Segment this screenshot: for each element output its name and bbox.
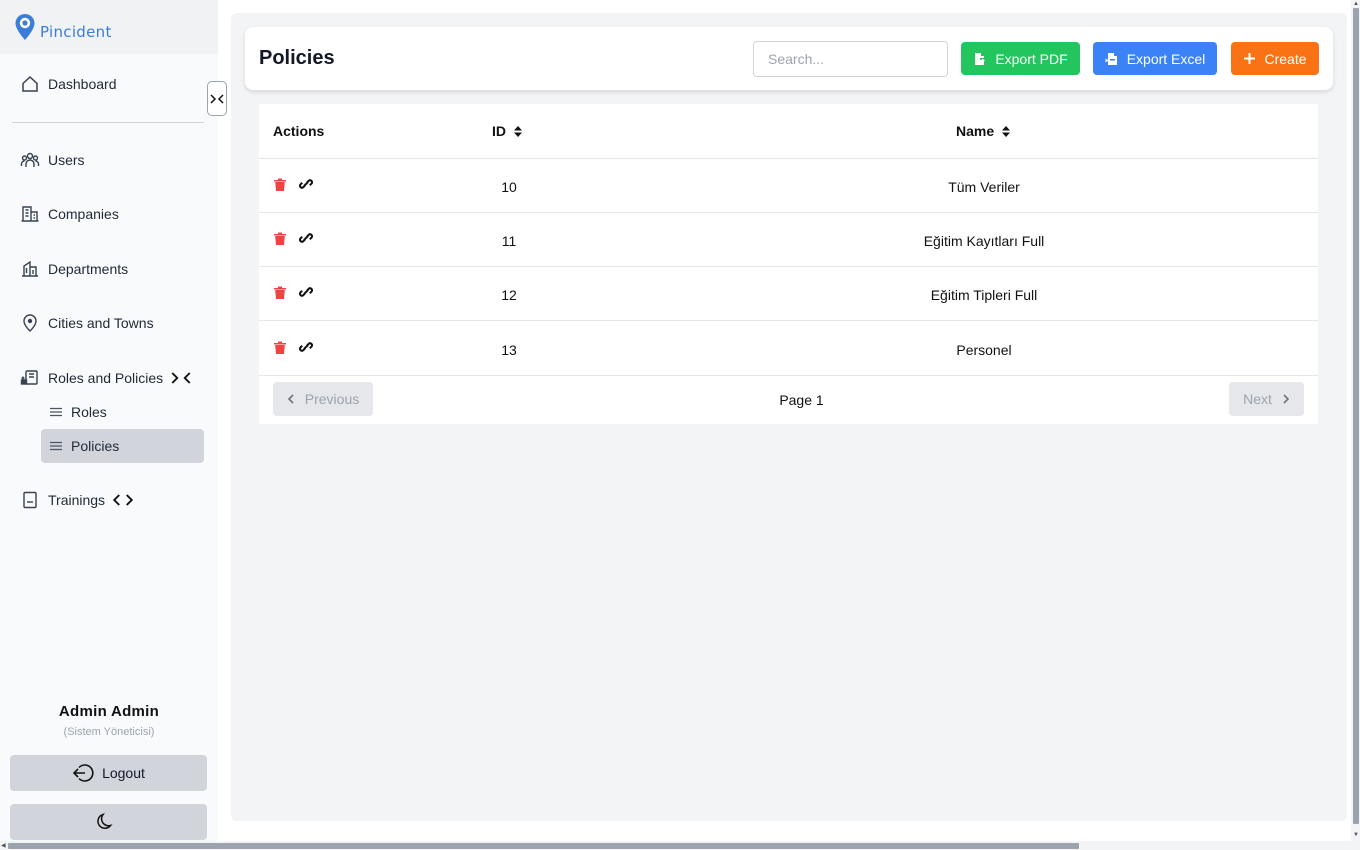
location-pin-icon [23, 314, 37, 332]
create-label: Create [1264, 50, 1307, 67]
collapse-chevron-icon[interactable] [171, 368, 199, 388]
user-name: Admin Admin [58, 703, 160, 720]
cell-name: Eğitim Kayıtları Full [923, 233, 1045, 249]
cell-id: 12 [501, 287, 517, 303]
sort-icon [514, 125, 522, 137]
scroll-left-arrow-icon[interactable]: ◀ [1, 843, 6, 849]
column-header-name[interactable]: Name [956, 123, 1011, 139]
sidebar-divider [12, 122, 204, 123]
link-icon[interactable] [299, 340, 313, 354]
delete-icon[interactable] [273, 177, 287, 191]
link-icon[interactable] [299, 177, 313, 191]
cell-name: Personel [956, 342, 1012, 358]
sidebar-item-users[interactable]: Users [20, 150, 85, 170]
search-input[interactable] [753, 41, 948, 77]
sidebar-subitem-label: Roles [71, 404, 107, 420]
sidebar-item-label: Departments [48, 261, 129, 277]
page-title: Policies [259, 47, 335, 69]
policies-table: Actions ID Name 10 Tüm Veriler 11 Eğitim… [259, 104, 1318, 424]
sidebar-item-roles-and-policies[interactable]: Roles and Policies [20, 368, 199, 388]
roles-icon [20, 370, 38, 385]
chevron-left-icon [287, 394, 294, 404]
page-indicator: Page 1 [779, 392, 824, 408]
home-icon [22, 75, 38, 92]
sidebar-toggle-button[interactable] [207, 81, 227, 116]
sidebar-item-label: Roles and Policies [48, 370, 164, 386]
link-icon[interactable] [299, 285, 313, 299]
location-pin-logo-icon [15, 14, 35, 40]
sidebar-item-companies[interactable]: Companies [20, 204, 119, 224]
sidebar-item-departments[interactable]: Departments [20, 259, 128, 279]
table-row: 10 Tüm Veriler [259, 159, 1318, 213]
create-button[interactable]: Create [1231, 42, 1319, 75]
users-icon [20, 152, 40, 167]
page-header: Policies Export PDF Export Excel Create [245, 27, 1333, 90]
horizontal-scroll-thumb[interactable] [8, 843, 1079, 849]
sidebar-item-dashboard[interactable]: Dashboard [20, 74, 117, 94]
sidebar-subitem-roles[interactable]: Roles [41, 395, 204, 429]
logout-button[interactable]: Logout [10, 755, 207, 791]
delete-icon[interactable] [273, 340, 287, 354]
logout-icon [72, 764, 94, 782]
cell-id: 13 [501, 342, 517, 358]
sort-icon [1002, 125, 1011, 137]
sidebar-item-label: Users [48, 152, 85, 168]
previous-page-button[interactable]: Previous [273, 382, 373, 416]
book-icon [23, 491, 37, 509]
menu-lines-icon [50, 441, 62, 451]
table-header: Actions ID Name [259, 104, 1318, 159]
brand-name: Pincident [40, 23, 112, 41]
sidebar-item-trainings[interactable]: Trainings [20, 490, 141, 510]
delete-icon[interactable] [273, 285, 287, 299]
vertical-scrollbar[interactable]: ▲ ▼ [1351, 0, 1360, 841]
plus-icon [1244, 53, 1256, 64]
sidebar-subitem-label: Policies [71, 438, 120, 454]
table-row: 13 Personel [259, 322, 1318, 376]
scroll-down-arrow-icon[interactable]: ▼ [1353, 832, 1359, 838]
next-page-button[interactable]: Next [1229, 382, 1304, 416]
pagination: Previous Page 1 Next [259, 376, 1318, 424]
sidebar-item-label: Cities and Towns [48, 315, 154, 331]
table-row: 12 Eğitim Tipleri Full [259, 267, 1318, 321]
scroll-up-arrow-icon[interactable]: ▲ [1353, 1, 1359, 7]
horizontal-scrollbar[interactable]: ◀ [0, 841, 1360, 850]
file-export-icon [975, 52, 986, 65]
table-row: 11 Eğitim Kayıtları Full [259, 213, 1318, 267]
main-content: Policies Export PDF Export Excel Create … [231, 13, 1347, 821]
cell-id: 10 [501, 179, 517, 195]
moon-icon [96, 813, 113, 829]
menu-lines-icon [50, 407, 62, 417]
cell-id: 11 [501, 233, 517, 249]
expand-chevron-icon[interactable] [113, 490, 141, 510]
chevron-right-icon [1283, 394, 1290, 404]
cell-name: Eğitim Tipleri Full [930, 287, 1038, 303]
department-icon [22, 260, 38, 277]
building-icon [21, 206, 39, 222]
column-header-actions: Actions [273, 123, 325, 139]
user-role: (Sistem Yöneticisi) [63, 726, 155, 738]
export-pdf-label: Export PDF [995, 50, 1068, 67]
sidebar: Pincident Dashboard Users Companies Depa… [0, 0, 218, 850]
export-excel-button[interactable]: Export Excel [1093, 42, 1217, 75]
logo[interactable]: Pincident [0, 0, 218, 54]
cell-name: Tüm Veriler [948, 179, 1020, 195]
sidebar-item-label: Companies [48, 206, 119, 222]
delete-icon[interactable] [273, 231, 287, 245]
vertical-scroll-thumb[interactable] [1353, 8, 1359, 824]
export-pdf-button[interactable]: Export PDF [961, 42, 1080, 75]
next-label: Next [1243, 391, 1272, 407]
sidebar-item-label: Trainings [48, 492, 106, 508]
sidebar-item-label: Dashboard [48, 76, 117, 92]
dark-mode-toggle[interactable] [10, 804, 207, 840]
previous-label: Previous [304, 391, 360, 407]
collapse-arrows-icon [210, 93, 224, 104]
file-export-icon [1105, 52, 1117, 65]
link-icon[interactable] [299, 231, 313, 245]
export-excel-label: Export Excel [1126, 50, 1206, 67]
logout-label: Logout [102, 765, 145, 781]
sidebar-subitem-policies[interactable]: Policies [41, 429, 204, 463]
sidebar-item-cities-and-towns[interactable]: Cities and Towns [20, 313, 154, 333]
column-header-id[interactable]: ID [492, 123, 522, 139]
